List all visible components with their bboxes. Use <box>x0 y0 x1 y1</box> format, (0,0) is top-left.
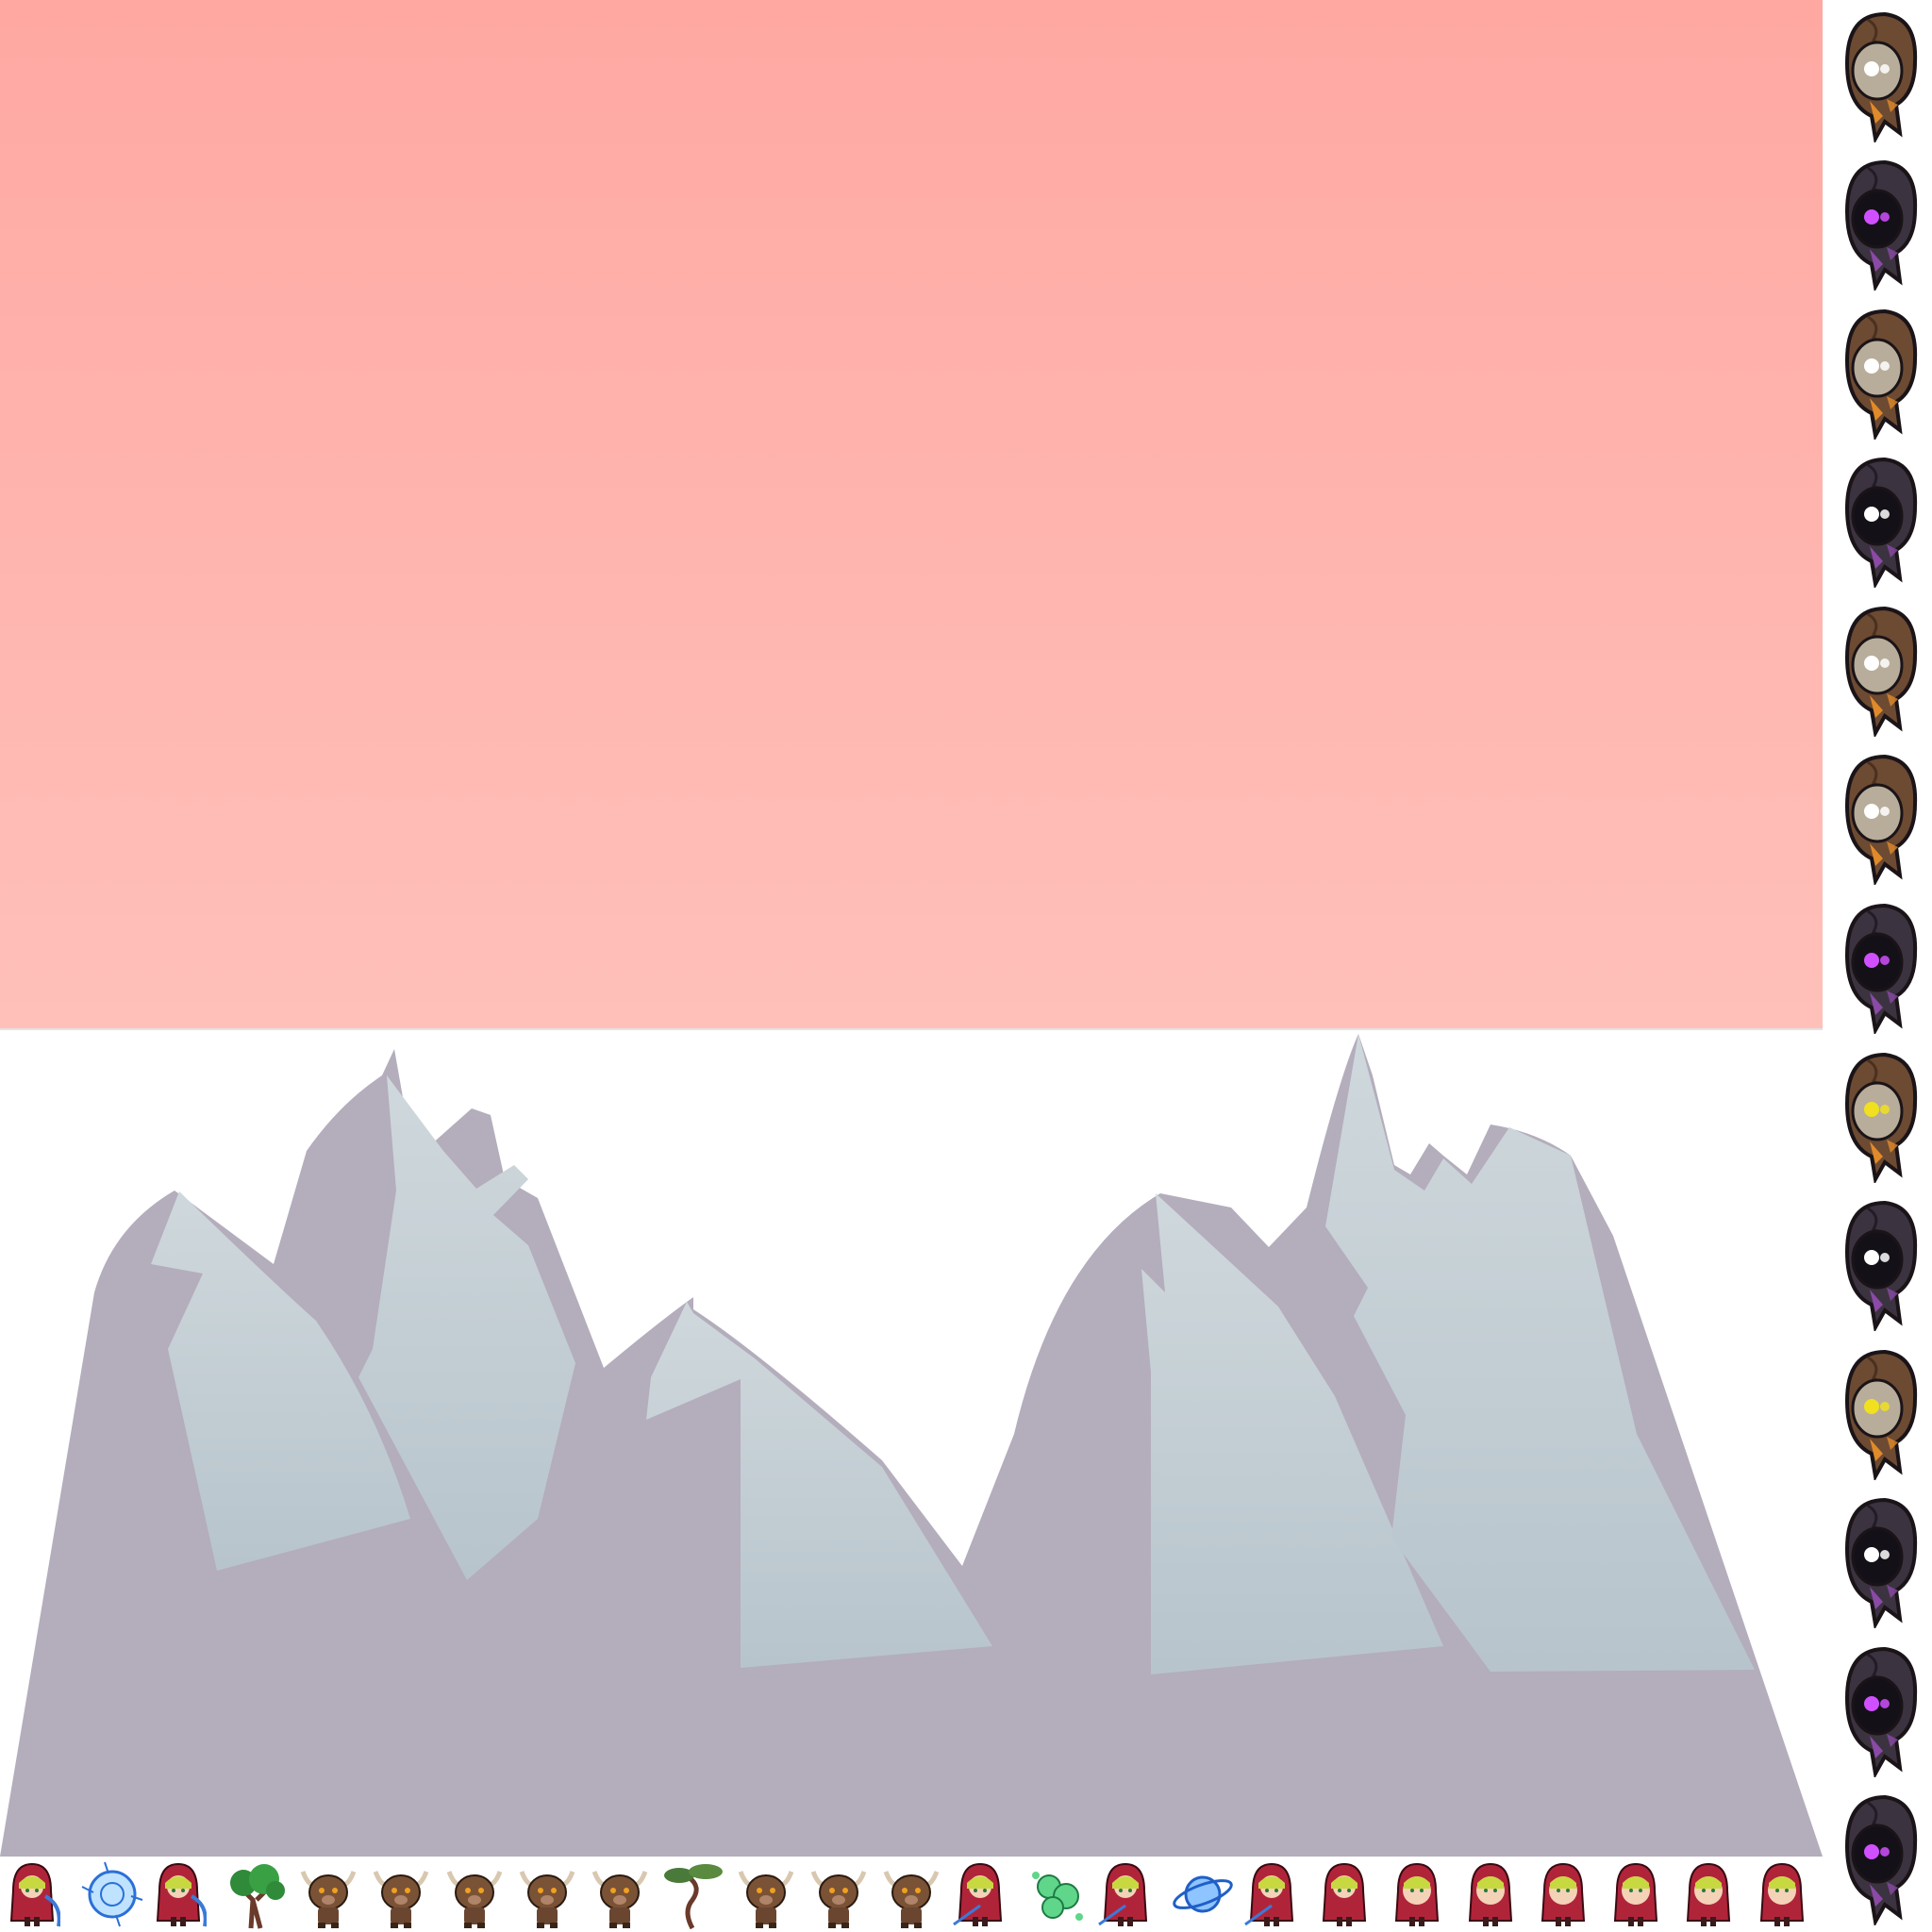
red-hood-girl-spear-sprite <box>952 1858 1008 1930</box>
horned-minotaur-sprite <box>878 1858 944 1930</box>
red-hood-girl-face-sprite <box>1389 1858 1445 1930</box>
red-hood-girl-face-sprite <box>1680 1858 1737 1930</box>
horned-minotaur-sprite <box>441 1858 508 1930</box>
brown-ghost-sprite <box>1830 1344 1924 1480</box>
red-hood-girl-face-sprite <box>1607 1858 1664 1930</box>
brown-ghost-sprite <box>1830 304 1924 440</box>
dark-ghost-sprite <box>1830 1492 1924 1628</box>
horned-minotaur-sprite <box>806 1858 872 1930</box>
horned-minotaur-sprite <box>733 1858 799 1930</box>
red-hood-girl-slash-sprite <box>150 1858 207 1930</box>
dark-ghost-sprite <box>1830 1641 1924 1777</box>
red-hood-girl-face-sprite <box>1754 1858 1810 1930</box>
red-hood-girl-sprite <box>1316 1858 1373 1930</box>
red-hood-girl-spear-sprite <box>1243 1858 1300 1930</box>
dark-ghost-sprite <box>1830 155 1924 291</box>
horned-minotaur-sprite <box>295 1858 361 1930</box>
red-hood-girl-face-sprite <box>1462 1858 1519 1930</box>
blue-energy-orb-sprite <box>76 1858 148 1930</box>
dark-ghost-sprite <box>1830 898 1924 1034</box>
dark-ghost-sprite <box>1830 1790 1924 1925</box>
ghost-sprite-column <box>1823 0 1932 1932</box>
dark-ghost-sprite <box>1830 452 1924 588</box>
brown-ghost-sprite <box>1830 1047 1924 1183</box>
horned-minotaur-sprite <box>514 1858 580 1930</box>
brown-ghost-sprite <box>1830 749 1924 885</box>
twisted-tree-sprite <box>660 1858 726 1930</box>
brown-ghost-sprite <box>1830 7 1924 142</box>
green-slime-cluster-sprite <box>1024 1858 1091 1930</box>
brown-ghost-sprite <box>1830 601 1924 737</box>
blue-ring-orb-sprite <box>1170 1858 1236 1930</box>
dark-ghost-sprite <box>1830 1195 1924 1331</box>
red-hood-girl-spear-sprite <box>1097 1858 1154 1930</box>
horned-minotaur-sprite <box>368 1858 434 1930</box>
mountain-range <box>0 1034 1823 1857</box>
oak-tree-sprite <box>223 1858 289 1930</box>
sky-backdrop <box>0 0 1823 1028</box>
red-hood-girl-face-sprite <box>1535 1858 1591 1930</box>
horned-minotaur-sprite <box>587 1858 653 1930</box>
red-hood-girl-slash-sprite <box>4 1858 60 1930</box>
character-sprite-row <box>0 1857 1823 1932</box>
